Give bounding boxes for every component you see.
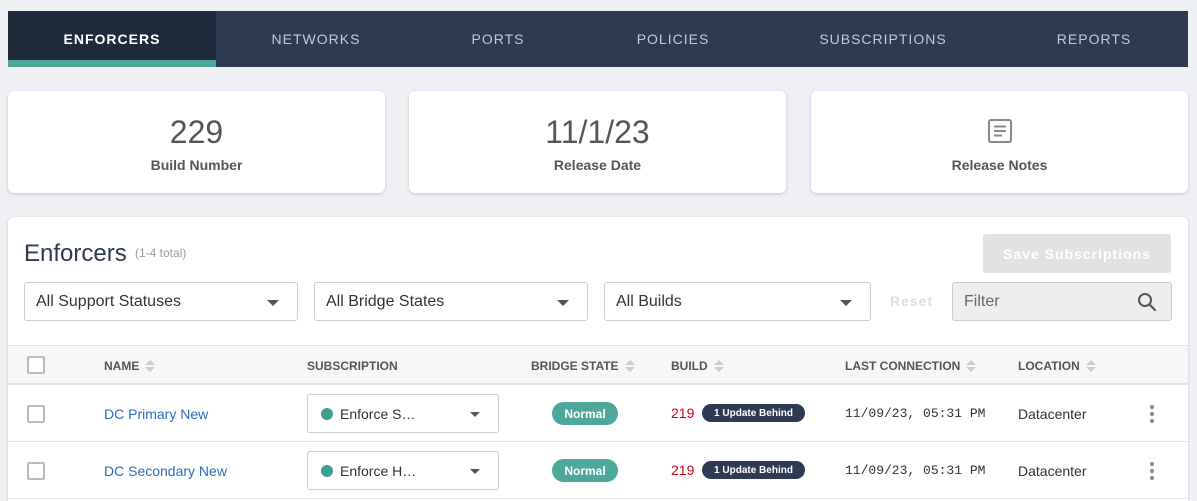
support-status-select[interactable]: All Support Statuses xyxy=(24,282,298,321)
reset-button[interactable]: Reset xyxy=(890,293,933,309)
subscription-value: Enforce S… xyxy=(340,405,416,422)
release-notes-card[interactable]: Release Notes xyxy=(811,91,1188,193)
tab-enforcers[interactable]: ENFORCERS xyxy=(8,11,216,67)
chevron-down-icon xyxy=(470,469,480,474)
chevron-down-icon xyxy=(557,300,569,306)
location: Datacenter xyxy=(1018,406,1087,422)
release-date-card: 11/1/23 Release Date xyxy=(409,91,786,193)
build-number: 219 xyxy=(671,405,695,421)
sort-icon xyxy=(624,360,635,372)
release-date-value: 11/1/23 xyxy=(545,114,650,150)
bridge-state-badge: Normal xyxy=(552,459,618,482)
column-name[interactable]: NAME xyxy=(104,359,156,373)
table-row: DC Secondary New Enforce H… Normal 219 1… xyxy=(8,442,1188,499)
tab-ports[interactable]: PORTS xyxy=(416,11,580,67)
tab-networks[interactable]: NETWORKS xyxy=(216,11,416,67)
subscription-select[interactable]: Enforce H… xyxy=(307,451,499,490)
subscription-value: Enforce H… xyxy=(340,462,417,479)
sort-icon xyxy=(966,360,977,372)
update-behind-badge: 1 Update Behind xyxy=(702,461,805,479)
build-number-card: 229 Build Number xyxy=(8,91,385,193)
column-bridge-state[interactable]: BRIDGE STATE xyxy=(531,359,635,373)
enforcer-name-link[interactable]: DC Secondary New xyxy=(104,463,227,479)
tab-reports[interactable]: REPORTS xyxy=(1000,11,1188,67)
release-date-label: Release Date xyxy=(553,157,642,173)
chevron-down-icon xyxy=(840,300,852,306)
enforcer-name-link[interactable]: DC Primary New xyxy=(104,406,208,422)
table-header: NAME SUBSCRIPTION BRIDGE STATE BUILD LAS… xyxy=(8,345,1188,385)
support-status-value: All Support Statuses xyxy=(36,292,181,310)
builds-select[interactable]: All Builds xyxy=(604,282,871,321)
top-nav: ENFORCERS NETWORKS PORTS POLICIES SUBSCR… xyxy=(8,11,1188,67)
column-location[interactable]: LOCATION xyxy=(1018,359,1096,373)
more-options-icon[interactable] xyxy=(1148,461,1156,481)
release-notes-label: Release Notes xyxy=(951,157,1048,173)
status-dot-icon xyxy=(321,464,333,477)
total-count: (1-4 total) xyxy=(135,246,187,260)
filter-input[interactable]: Filter xyxy=(952,282,1172,321)
document-icon xyxy=(987,118,1013,144)
subscription-select[interactable]: Enforce S… xyxy=(307,394,499,433)
column-last-connection[interactable]: LAST CONNECTION xyxy=(845,359,977,373)
bridge-state-value: All Bridge States xyxy=(326,292,445,310)
filter-placeholder: Filter xyxy=(964,292,1000,310)
sort-icon xyxy=(713,360,724,372)
sort-icon xyxy=(1085,360,1096,372)
table-row: DC Primary New Enforce S… Normal 219 1 U… xyxy=(8,385,1188,442)
row-checkbox[interactable] xyxy=(27,405,45,423)
bridge-state-select[interactable]: All Bridge States xyxy=(314,282,588,321)
more-options-icon[interactable] xyxy=(1148,404,1156,424)
status-dot-icon xyxy=(321,407,333,420)
enforcers-panel: Enforcers (1-4 total) Save Subscriptions… xyxy=(8,217,1188,501)
tab-policies[interactable]: POLICIES xyxy=(580,11,766,67)
build-number: 219 xyxy=(671,462,695,478)
sort-icon xyxy=(145,360,156,372)
chevron-down-icon xyxy=(267,300,279,306)
page-title: Enforcers xyxy=(24,240,127,267)
build-number-value: 229 xyxy=(169,114,224,150)
select-all-checkbox[interactable] xyxy=(27,356,45,374)
update-behind-badge: 1 Update Behind xyxy=(702,404,805,422)
last-connection: 11/09/23, 05:31 PM xyxy=(845,463,986,478)
last-connection: 11/09/23, 05:31 PM xyxy=(845,406,986,421)
location: Datacenter xyxy=(1018,463,1087,479)
chevron-down-icon xyxy=(470,412,480,417)
save-subscriptions-button[interactable]: Save Subscriptions xyxy=(983,234,1171,273)
column-subscription: SUBSCRIPTION xyxy=(307,359,398,373)
builds-value: All Builds xyxy=(616,292,682,310)
bridge-state-badge: Normal xyxy=(552,402,618,425)
search-icon[interactable] xyxy=(1137,292,1157,317)
column-build[interactable]: BUILD xyxy=(671,359,724,373)
build-number-label: Build Number xyxy=(150,157,243,173)
tab-subscriptions[interactable]: SUBSCRIPTIONS xyxy=(766,11,1000,67)
row-checkbox[interactable] xyxy=(27,462,45,480)
